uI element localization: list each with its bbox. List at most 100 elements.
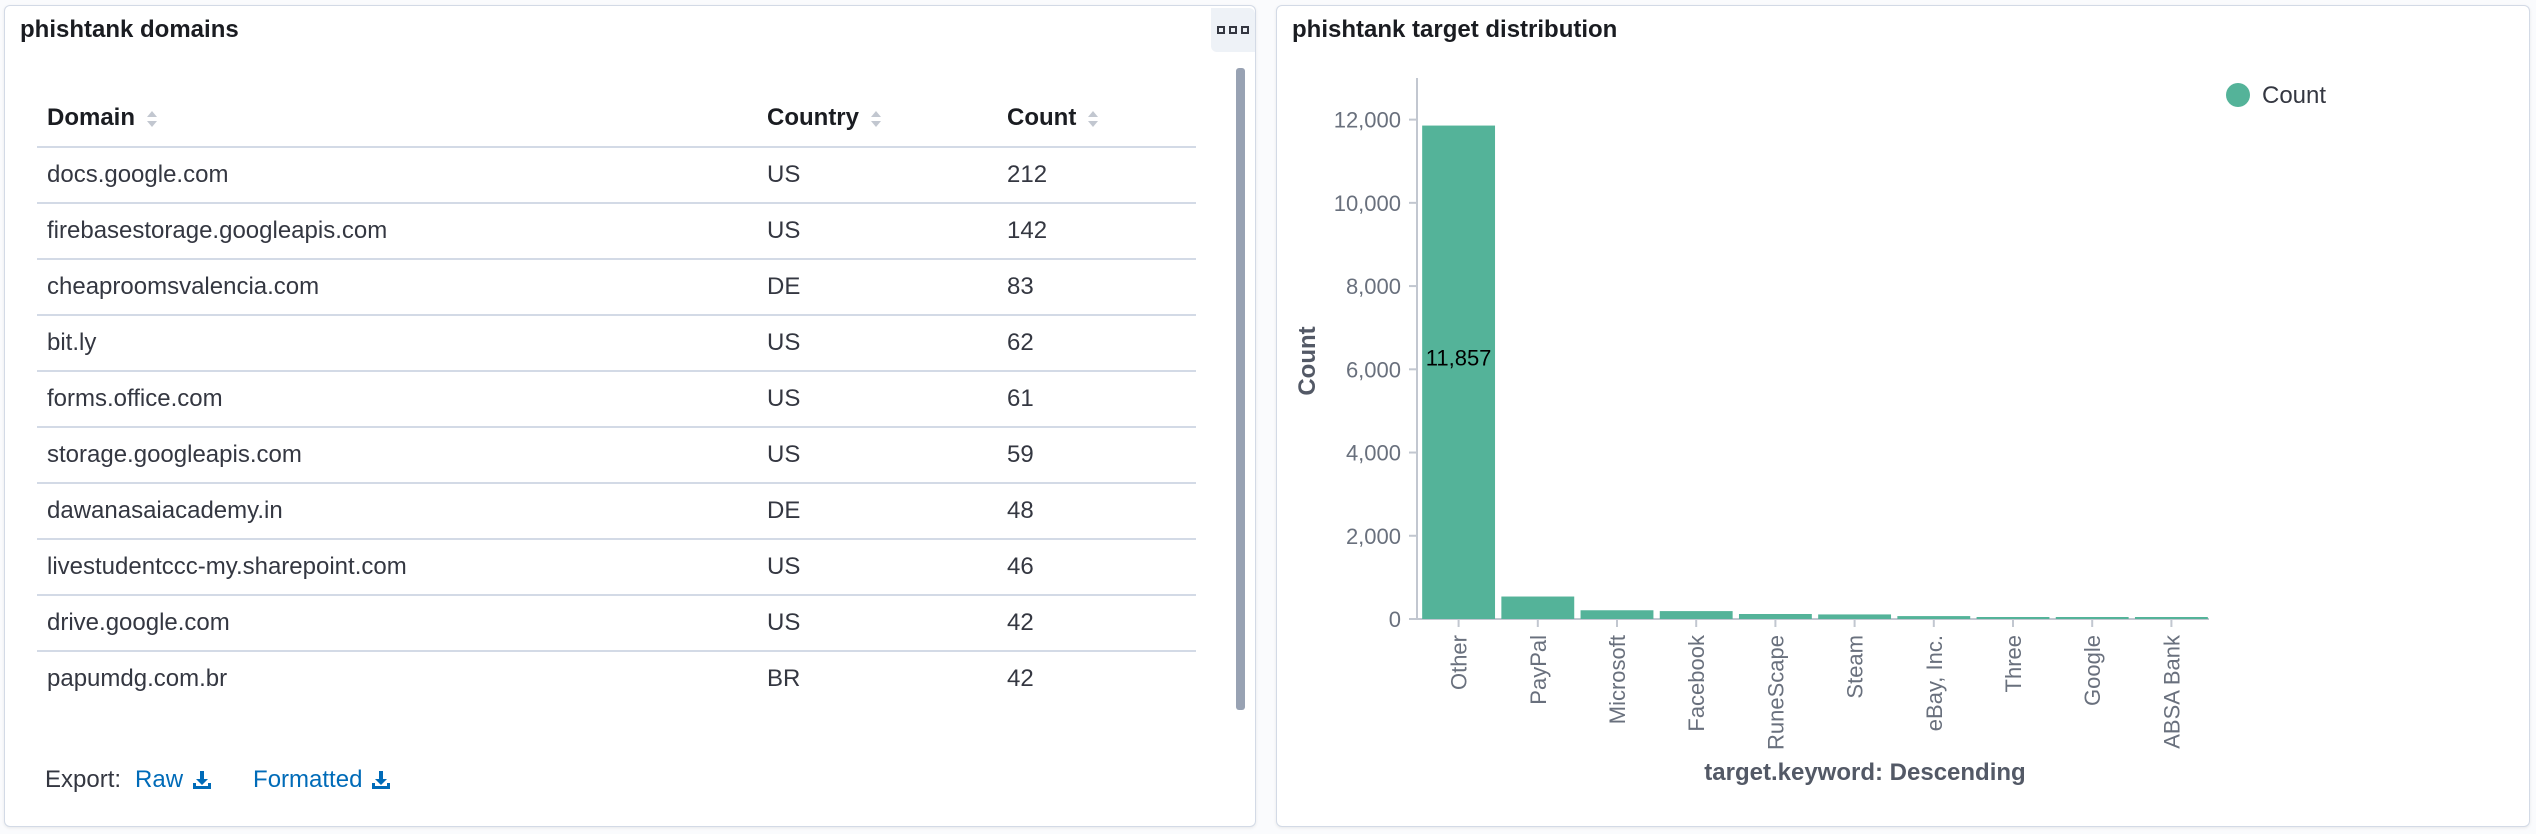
column-header-domain[interactable]: Domain	[37, 90, 757, 148]
domain-cell: drive.google.com	[37, 595, 757, 652]
country-cell: US	[757, 595, 997, 652]
y-tick-label: 10,000	[1334, 191, 1401, 216]
chart-bar	[2055, 617, 2129, 619]
column-header-label: Count	[1007, 104, 1077, 131]
country-cell: DE	[757, 483, 997, 540]
domain-cell: docs.google.com	[37, 147, 757, 204]
column-header-label: Domain	[47, 104, 136, 131]
table-row: bit.ly US 62	[37, 315, 1196, 372]
y-tick-label: 0	[1389, 607, 1401, 632]
chart-bar	[1818, 614, 1892, 619]
count-cell: 83	[997, 259, 1196, 316]
count-cell: 142	[997, 203, 1196, 260]
legend-label: Count	[2262, 82, 2326, 109]
x-tick-label: RuneScape	[1763, 635, 1788, 750]
count-cell: 62	[997, 315, 1196, 372]
table-row: dawanasaiacademy.in DE 48	[37, 483, 1196, 540]
dot-icon	[1241, 26, 1249, 34]
country-cell: US	[757, 315, 997, 372]
x-tick-label: Three	[2001, 635, 2026, 692]
domains-table: Domain Country Count docs.google.com US …	[37, 90, 1196, 706]
country-cell: US	[757, 371, 997, 428]
download-icon	[372, 771, 391, 789]
count-cell: 42	[997, 595, 1196, 652]
y-tick-label: 8,000	[1346, 274, 1401, 299]
table-row: livestudentccc-my.sharepoint.com US 46	[37, 539, 1196, 596]
count-cell: 48	[997, 483, 1196, 540]
export-formatted-label: Formatted	[253, 766, 363, 793]
chart-bar	[1976, 617, 2050, 619]
chart-bar	[1659, 611, 1733, 619]
table-row: cheaproomsvalencia.com DE 83	[37, 259, 1196, 316]
export-formatted-link[interactable]: Formatted	[253, 766, 392, 794]
target-distribution-panel: phishtank target distribution 0 2,000 4,00…	[1276, 5, 2530, 827]
country-cell: DE	[757, 259, 997, 316]
count-cell: 61	[997, 371, 1196, 428]
country-cell: US	[757, 147, 997, 204]
domain-cell: firebasestorage.googleapis.com	[37, 203, 757, 260]
x-tick-label: Google	[2080, 635, 2105, 706]
domain-cell: dawanasaiacademy.in	[37, 483, 757, 540]
export-raw-link[interactable]: Raw	[135, 766, 213, 794]
table-row: docs.google.com US 212	[37, 147, 1196, 204]
x-tick-label: ABSA Bank	[2159, 634, 2184, 749]
export-label: Export:	[45, 766, 122, 793]
table-row: storage.googleapis.com US 59	[37, 427, 1196, 484]
table-row: drive.google.com US 42	[37, 595, 1196, 652]
count-cell: 42	[1007, 665, 1034, 692]
country-cell: US	[757, 427, 997, 484]
domain-cell: forms.office.com	[37, 371, 757, 428]
dot-icon	[1217, 26, 1225, 34]
x-tick-label: eBay, Inc.	[1922, 635, 1947, 731]
sort-icon[interactable]	[146, 110, 158, 128]
chart-bar	[1422, 125, 1496, 620]
table-scrollbar[interactable]	[1236, 68, 1245, 710]
x-tick-label: PayPal	[1526, 635, 1551, 705]
sort-icon[interactable]	[870, 110, 882, 128]
x-tick-label: Microsoft	[1605, 635, 1630, 724]
y-tick-label: 12,000	[1334, 108, 1401, 133]
y-axis-title: Count	[1294, 326, 1321, 395]
bar-chart: 0 2,000 4,000 6,000 8,000 10,000 12,000 Count Ot…	[1294, 78, 2326, 786]
x-tick-label: Steam	[1843, 635, 1868, 699]
domain-cell: cheaproomsvalencia.com	[37, 259, 757, 316]
y-tick-label: 6,000	[1346, 357, 1401, 382]
export-bar: Export: Raw Formatted	[45, 766, 418, 794]
x-tick-label: Other	[1447, 635, 1472, 690]
chart-bar	[2134, 617, 2208, 619]
chart-bar	[1738, 614, 1812, 619]
legend-dot-icon	[2226, 83, 2250, 107]
chart-bar	[1897, 616, 1971, 619]
column-header-country[interactable]: Country	[757, 90, 997, 148]
column-header-count[interactable]: Count	[997, 90, 1196, 148]
export-raw-label: Raw	[135, 766, 184, 793]
y-tick-label: 4,000	[1346, 441, 1401, 466]
dot-icon	[1229, 26, 1237, 34]
table-header-row: Domain Country Count	[37, 90, 1196, 148]
country-cell: US	[757, 539, 997, 596]
panel-title: phishtank domains	[20, 16, 239, 43]
chart-bar	[1501, 596, 1575, 619]
sort-icon[interactable]	[1087, 110, 1099, 128]
bar-data-label: 11,857	[1426, 346, 1492, 371]
count-cell: 46	[997, 539, 1196, 596]
count-cell: 59	[997, 427, 1196, 484]
domain-cell: livestudentccc-my.sharepoint.com	[37, 539, 757, 596]
domain-cell: bit.ly	[37, 315, 757, 372]
download-icon	[193, 771, 212, 789]
table-row: firebasestorage.googleapis.com US 142	[37, 203, 1196, 260]
domain-cell: storage.googleapis.com	[37, 427, 757, 484]
count-cell: 212	[997, 147, 1196, 204]
table-row: forms.office.com US 61	[37, 371, 1196, 428]
domain-cell: papumdg.com.br	[47, 665, 228, 692]
x-tick-label: Facebook	[1684, 634, 1709, 732]
domains-panel: phishtank domains Domain Country Count d…	[4, 5, 1256, 827]
y-tick-label: 2,000	[1346, 524, 1401, 549]
panel-options-button[interactable]	[1211, 8, 1255, 52]
table-row: papumdg.com.br BR 42	[37, 651, 1196, 706]
column-header-label: Country	[767, 104, 859, 131]
country-cell: BR	[767, 665, 801, 692]
chart-bar	[1580, 610, 1654, 619]
x-axis-title: target.keyword: Descending	[1704, 759, 2025, 786]
country-cell: US	[757, 203, 997, 260]
